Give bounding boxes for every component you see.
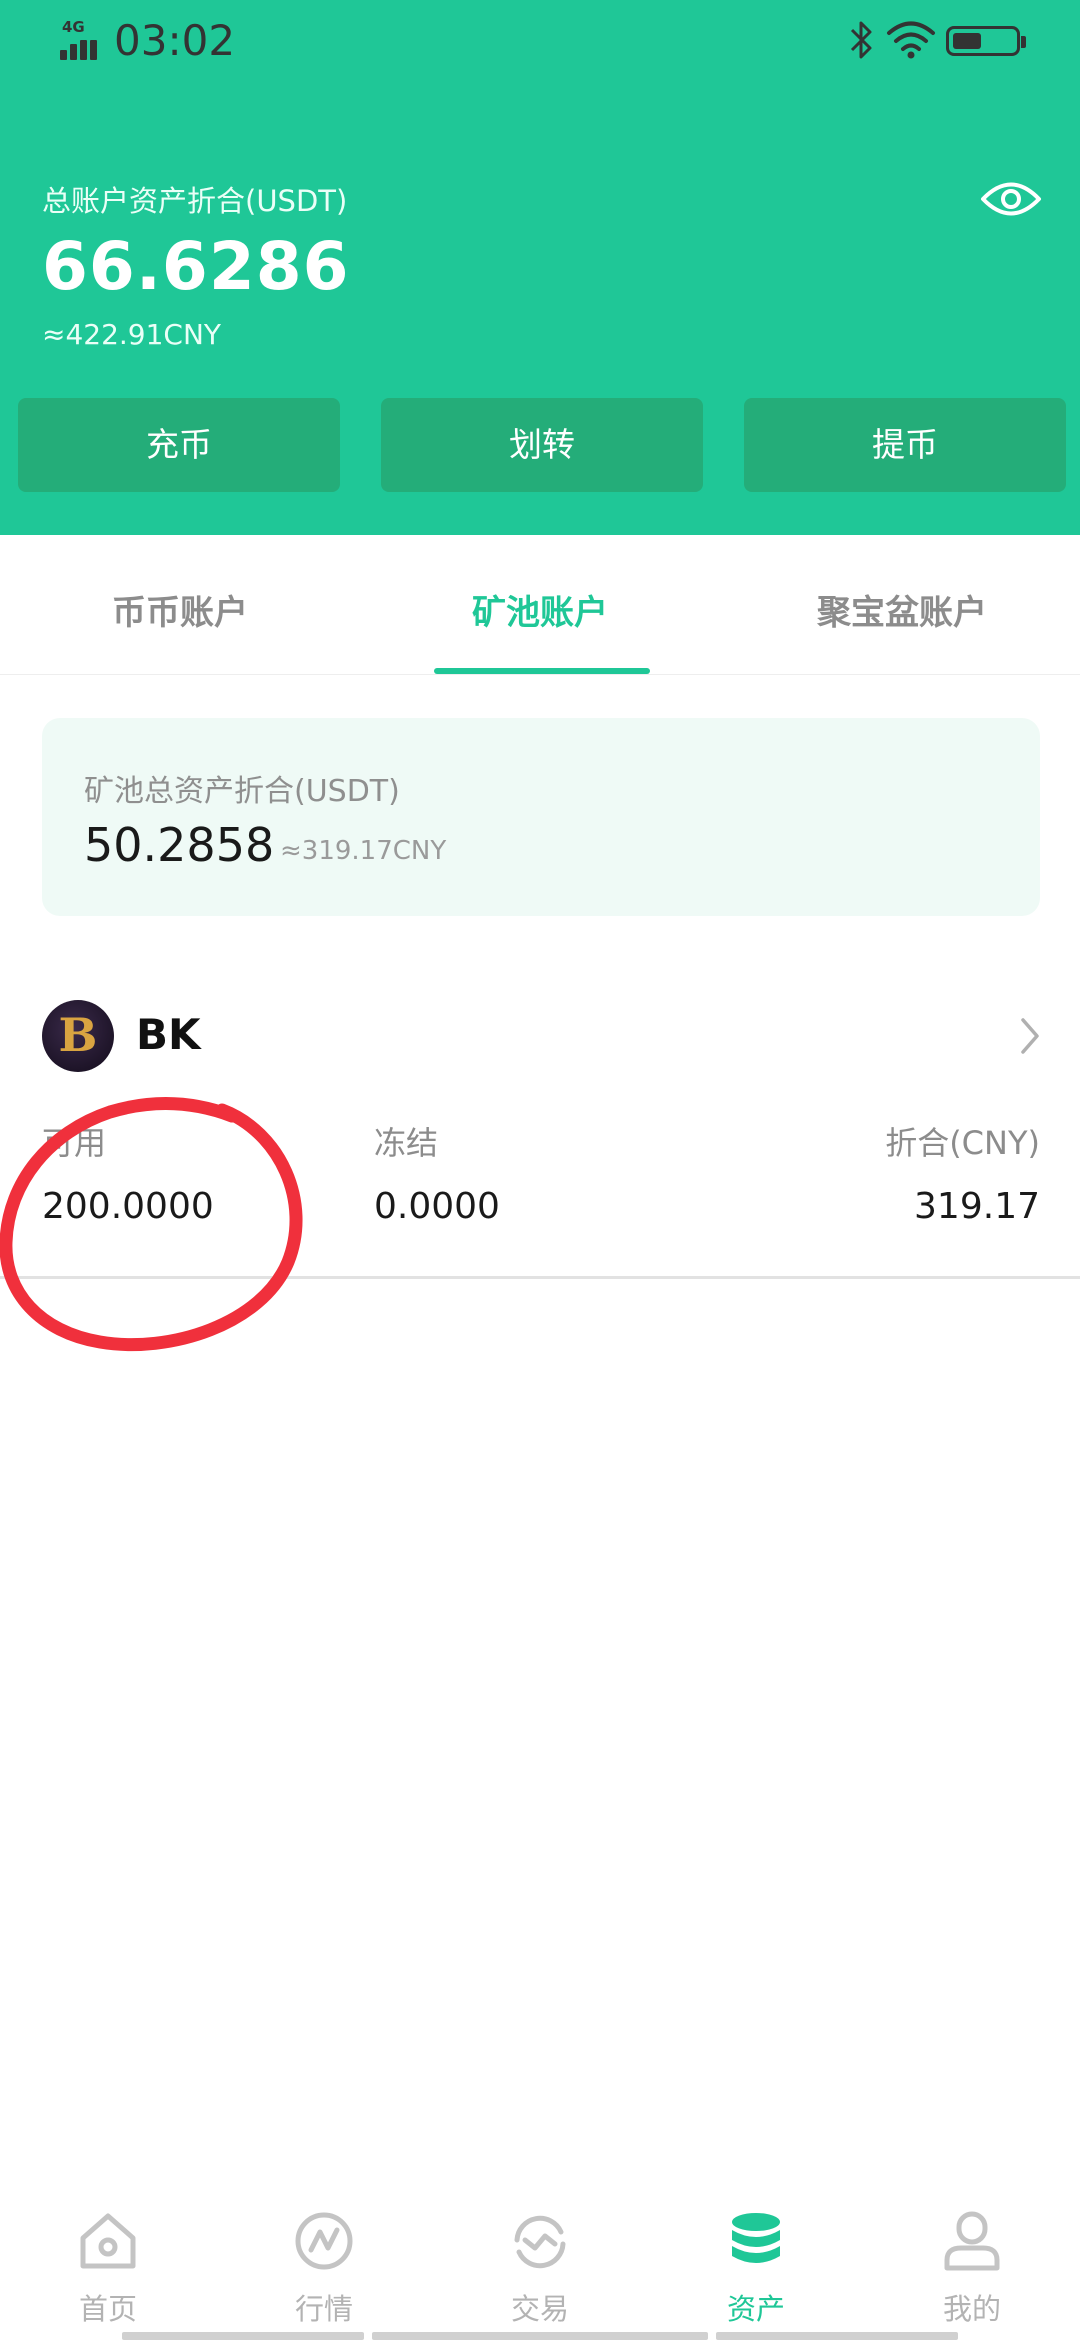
nav-home[interactable]: 首页 <box>0 2190 216 2340</box>
pool-total-label: 矿池总资产折合(USDT) <box>84 774 400 809</box>
total-assets-label: 总账户资产折合(USDT) <box>42 184 348 218</box>
signal-icon: 4G <box>58 18 108 60</box>
available-label: 可用 <box>42 1124 107 1162</box>
frozen-label: 冻结 <box>374 1124 439 1162</box>
nav-assets[interactable]: 资产 <box>648 2190 864 2340</box>
bluetooth-icon <box>850 21 872 59</box>
assets-icon <box>732 2213 780 2263</box>
available-value: 200.0000 <box>42 1186 214 1227</box>
eye-icon[interactable] <box>980 176 1042 222</box>
chevron-right-icon[interactable] <box>1016 1014 1044 1058</box>
tab-pool-account[interactable]: 矿池账户 <box>410 585 670 634</box>
asset-header: 4G 03:02 总账户资产折合(USDT) 66.6286 ≈422.91CN… <box>0 0 1080 535</box>
coin-name[interactable]: BK <box>136 1010 201 1059</box>
cny-equivalent-label: 折合(CNY) <box>885 1124 1040 1162</box>
profile-icon <box>944 2211 1000 2271</box>
status-time: 03:02 <box>114 16 236 65</box>
frozen-value: 0.0000 <box>374 1186 500 1227</box>
row-divider <box>0 1276 1080 1279</box>
coin-avatar[interactable]: B <box>42 1000 114 1072</box>
pool-summary-card: 矿池总资产折合(USDT) 50.2858 ≈319.17CNY <box>42 718 1040 916</box>
active-tab-indicator <box>434 668 650 674</box>
trade-icon <box>514 2215 566 2269</box>
pool-total-value: 50.2858 <box>84 818 275 872</box>
total-assets-value: 66.6286 <box>42 228 350 305</box>
nav-home-label: 首页 <box>78 2292 137 2326</box>
coin-logo-letter: B <box>58 1008 98 1062</box>
nav-market[interactable]: 行情 <box>216 2190 432 2340</box>
system-gesture-bar <box>716 2332 958 2340</box>
nav-trade-label: 交易 <box>510 2292 569 2326</box>
nav-market-label: 行情 <box>294 2292 353 2326</box>
transfer-button[interactable]: 划转 <box>381 398 703 492</box>
cny-equivalent-value: 319.17 <box>914 1186 1040 1227</box>
total-assets-cny: ≈422.91CNY <box>42 318 222 351</box>
system-gesture-bar <box>372 2332 708 2340</box>
deposit-button[interactable]: 充币 <box>18 398 340 492</box>
nav-trade[interactable]: 交易 <box>432 2190 648 2340</box>
wifi-icon <box>887 21 935 59</box>
bottom-nav: 首页 行情 交易 资产 我的 <box>0 2190 1080 2340</box>
withdraw-button[interactable]: 提币 <box>744 398 1066 492</box>
pool-total-cny: ≈319.17CNY <box>280 836 447 866</box>
tab-jubaopen-account[interactable]: 聚宝盆账户 <box>772 585 1032 634</box>
home-icon <box>80 2213 136 2269</box>
tab-spot-account[interactable]: 币币账户 <box>50 585 310 634</box>
market-icon <box>295 2212 353 2270</box>
account-tabs: 币币账户 矿池账户 聚宝盆账户 <box>0 535 1080 675</box>
network-type: 4G <box>62 18 85 36</box>
system-gesture-bar <box>122 2332 364 2340</box>
nav-assets-label: 资产 <box>726 2292 785 2326</box>
nav-mine-label: 我的 <box>942 2292 1001 2326</box>
status-bar: 4G 03:02 <box>0 0 1080 90</box>
battery-icon <box>946 26 1026 56</box>
nav-mine[interactable]: 我的 <box>864 2190 1080 2340</box>
